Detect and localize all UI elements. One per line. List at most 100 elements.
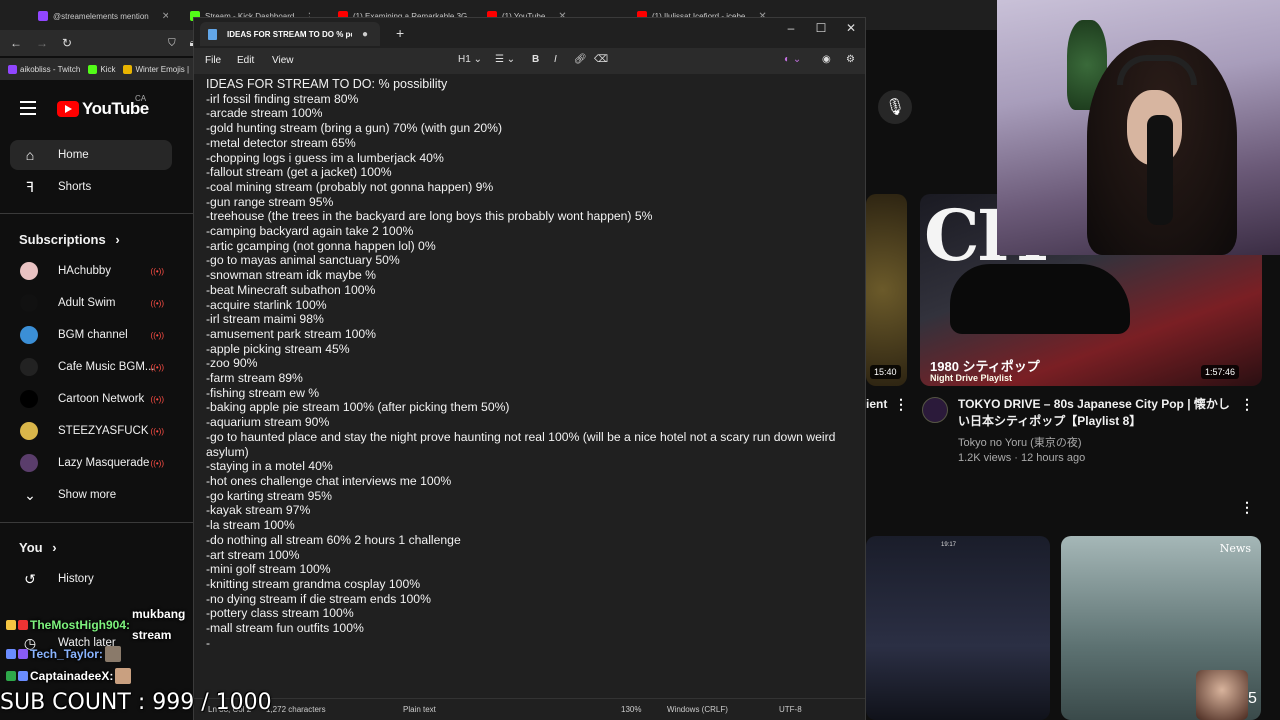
bookmark-label: Winter Emojis | (135, 64, 190, 74)
new-tab-icon[interactable]: + (396, 25, 404, 41)
text-line: -baking apple pie stream 100% (after pic… (206, 400, 510, 415)
close-tab-icon[interactable]: ✕ (162, 11, 168, 22)
text-format: Plain text (403, 705, 436, 714)
sidebar-item-shorts[interactable]: ꟻ Shorts (10, 172, 172, 202)
text-line: -treehouse (the trees in the backyard ar… (206, 209, 653, 224)
channel-avatar[interactable] (922, 397, 948, 423)
bookmark-icon (123, 64, 133, 74)
sidebar-item-subscription[interactable]: Cafe Music BGM... ((•)) (10, 352, 172, 382)
menu-icon[interactable] (20, 101, 36, 115)
chat-overlay: TheMostHigh904: mukbang stream Tech_Tayl… (0, 600, 260, 695)
text-line: -zoo 90% (206, 356, 258, 371)
text-line: -farm stream 89% (206, 371, 303, 386)
character-count: 1,272 characters (266, 705, 326, 714)
zoom-level: 130% (621, 705, 642, 714)
notepad-tab[interactable]: IDEAS FOR STREAM TO DO % possi ● (200, 22, 380, 46)
live-indicator-icon: ((•)) (150, 266, 164, 276)
history-icon: ↺ (24, 570, 36, 587)
you-heading[interactable]: You › (19, 540, 57, 555)
more-options-icon[interactable]: ⋮ (894, 396, 908, 413)
clear-formatting-icon[interactable]: ⌫ (594, 54, 608, 65)
video-title[interactable]: TOKYO DRIVE – 80s Japanese City Pop | 懐か… (958, 396, 1233, 430)
video-thumbnail[interactable]: 19:17 (866, 536, 1050, 720)
sidebar-item-subscription[interactable]: Lazy Masquerade ((•)) (10, 448, 172, 478)
chat-badge-icon (6, 649, 16, 659)
minimize-icon[interactable]: – (781, 21, 801, 35)
sidebar-item-label: Lazy Masquerade (58, 457, 150, 469)
reload-icon[interactable]: ↻ (62, 36, 72, 50)
text-line: -art stream 100% (206, 547, 300, 562)
youtube-play-icon (57, 101, 79, 117)
country-code: CA (135, 94, 147, 103)
thumbnail-text: 19:17 (941, 542, 957, 548)
text-line: -fallout stream (get a jacket) 100% (206, 165, 392, 180)
notepad-menubar: File Edit View H1 ⌄ ☰ ⌄ B I 🔗︎ ⌫ ◐ ⌄ ◉ ⚙ (194, 48, 865, 74)
chevron-right-icon: › (52, 540, 57, 555)
encoding: UTF-8 (779, 705, 802, 714)
shield-icon[interactable]: ⛉ (168, 38, 176, 49)
video-title[interactable]: ient (866, 397, 887, 411)
sidebar-item-history[interactable]: ↺ History (10, 564, 172, 594)
chat-badge-icon (6, 671, 16, 681)
more-options-icon[interactable]: ⋮ (1240, 499, 1254, 516)
link-icon[interactable]: 🔗︎ (574, 54, 587, 65)
text-line: -camping backyard again take 2 100% (206, 224, 414, 239)
channel-avatar (20, 294, 38, 312)
browser-address-bar: ← → ↻ ⛉ 🔒︎ (0, 30, 195, 56)
browser-tab[interactable]: @streamelements mention ✕ (38, 6, 168, 26)
text-line: -chopping logs i guess im a lumberjack 4… (206, 150, 444, 165)
bookmark-icon (8, 64, 17, 74)
text-line: -knitting stream grandma cosplay 100% (206, 576, 421, 591)
sidebar-item-subscription[interactable]: Adult Swim ((•)) (10, 288, 172, 318)
notepad-titlebar: IDEAS FOR STREAM TO DO % possi ● + – ☐ ✕ (194, 18, 865, 48)
close-icon[interactable]: ✕ (841, 21, 861, 35)
menu-edit[interactable]: Edit (237, 55, 254, 66)
sub-count-overlay: SUB COUNT : 999 / 1000 (0, 690, 272, 715)
sidebar-item-subscription[interactable]: BGM channel ((•)) (10, 320, 172, 350)
bookmarks-bar: aikobliss - Twitch Kick Winter Emojis | (0, 58, 195, 80)
document-icon (208, 28, 217, 40)
show-more-button[interactable]: ⌄ Show more (10, 480, 172, 510)
chat-message: TheMostHigh904: mukbang stream (6, 604, 222, 646)
heading-dropdown[interactable]: H1 ⌄ (458, 54, 482, 65)
unsaved-dot-icon[interactable]: ● (362, 29, 368, 40)
sidebar-item-home[interactable]: ⌂ Home (10, 140, 172, 170)
chat-message: Tech_Taylor: (6, 646, 121, 662)
bookmark-item[interactable]: Winter Emojis | (123, 64, 190, 74)
live-indicator-icon: ((•)) (150, 362, 164, 372)
notepad-text-area[interactable]: IDEAS FOR STREAM TO DO: % possibility -ir… (206, 77, 861, 689)
channel-avatar (20, 422, 38, 440)
bookmark-item[interactable]: aikobliss - Twitch (8, 64, 80, 74)
maximize-icon[interactable]: ☐ (811, 21, 831, 35)
menu-view[interactable]: View (272, 55, 294, 66)
chat-badge-icon (18, 649, 28, 659)
subscriptions-heading[interactable]: Subscriptions › (19, 232, 120, 247)
sidebar-item-subscription[interactable]: STEEZYASFUCK ((•)) (10, 416, 172, 446)
forward-icon[interactable]: → (36, 36, 48, 50)
guest-cam-image (1196, 670, 1248, 720)
video-duration: 15:40 (870, 365, 901, 379)
video-channel[interactable]: Tokyo no Yoru (東京の夜) (958, 434, 1082, 450)
account-icon[interactable]: ◉ (822, 54, 831, 65)
text-line: -acquire starlink 100% (206, 297, 327, 312)
microphone-icon[interactable]: 🎙︎ (878, 90, 912, 124)
home-icon: ⌂ (25, 147, 35, 163)
bold-button[interactable]: B (532, 54, 539, 65)
sidebar-item-label: Adult Swim (58, 297, 116, 309)
sidebar-item-label: BGM channel (58, 329, 128, 341)
bookmark-item[interactable]: Kick (88, 64, 115, 74)
sidebar-item-subscription[interactable]: Cartoon Network ((•)) (10, 384, 172, 414)
notepad-status-bar: Ln 38, Col 2 1,272 characters Plain text… (194, 698, 865, 720)
settings-icon[interactable]: ⚙ (846, 54, 855, 65)
chevron-down-icon: ⌄ (24, 486, 36, 503)
back-icon[interactable]: ← (10, 36, 22, 50)
video-thumbnail[interactable] (866, 194, 907, 386)
italic-button[interactable]: I (554, 54, 557, 65)
more-options-icon[interactable]: ⋮ (1240, 396, 1254, 413)
youtube-header: YouTube CA (0, 84, 195, 132)
list-dropdown[interactable]: ☰ ⌄ (495, 54, 515, 65)
copilot-icon[interactable]: ◐ ⌄ (784, 54, 801, 65)
menu-file[interactable]: File (205, 55, 221, 66)
sidebar-item-subscription[interactable]: HAchubby ((•)) (10, 256, 172, 286)
chevron-down-icon: ⌄ (473, 54, 482, 65)
